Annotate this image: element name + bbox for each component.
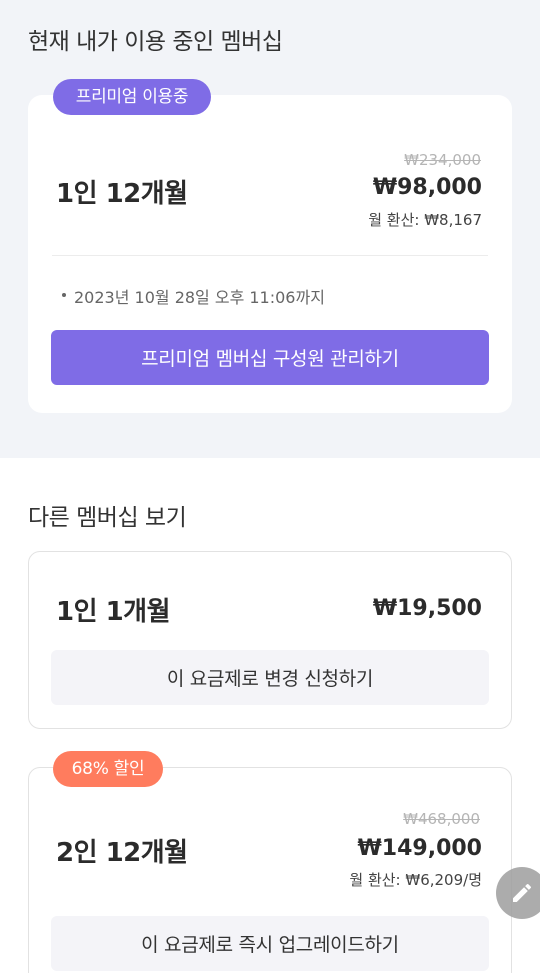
divider [52,255,488,256]
premium-badge: 프리미엄 이용중 [53,79,211,115]
section-title-current: 현재 내가 이용 중인 멤버십 [28,29,283,55]
price: ₩98,000 [372,175,482,200]
bullet-icon [62,292,66,297]
plan-name: 1인 12개월 [56,179,188,209]
edit-fab-button[interactable] [496,867,540,919]
expiry-text: 2023년 10월 28일 오후 11:06까지 [74,288,325,307]
pencil-icon [513,883,532,902]
discount-badge: 68% 할인 [53,751,163,787]
plan-name: 2인 12개월 [56,838,188,868]
upgrade-plan-button[interactable]: 이 요금제로 즉시 업그레이드하기 [51,916,489,971]
current-membership-card: 1인 12개월 ₩234,000 ₩98,000 월 환산: ₩8,167 20… [28,95,512,413]
plan-card-1: 1인 1개월 ₩19,500 이 요금제로 변경 신청하기 [28,551,512,729]
price: ₩149,000 [357,836,482,861]
section-title-other: 다른 멤버십 보기 [28,505,187,531]
plan-card-2: ₩468,000 2인 12개월 ₩149,000 월 환산: ₩6,209/명… [28,767,512,973]
price: ₩19,500 [372,596,482,621]
monthly-price: 월 환산: ₩6,209/명 [349,871,482,889]
plan-name: 1인 1개월 [56,597,171,627]
original-price: ₩234,000 [404,151,481,169]
manage-members-button[interactable]: 프리미엄 멤버십 구성원 관리하기 [51,330,489,385]
monthly-price: 월 환산: ₩8,167 [368,211,482,229]
original-price: ₩468,000 [403,810,480,828]
expiry-date: 2023년 10월 28일 오후 11:06까지 [62,284,325,308]
change-plan-button[interactable]: 이 요금제로 변경 신청하기 [51,650,489,705]
